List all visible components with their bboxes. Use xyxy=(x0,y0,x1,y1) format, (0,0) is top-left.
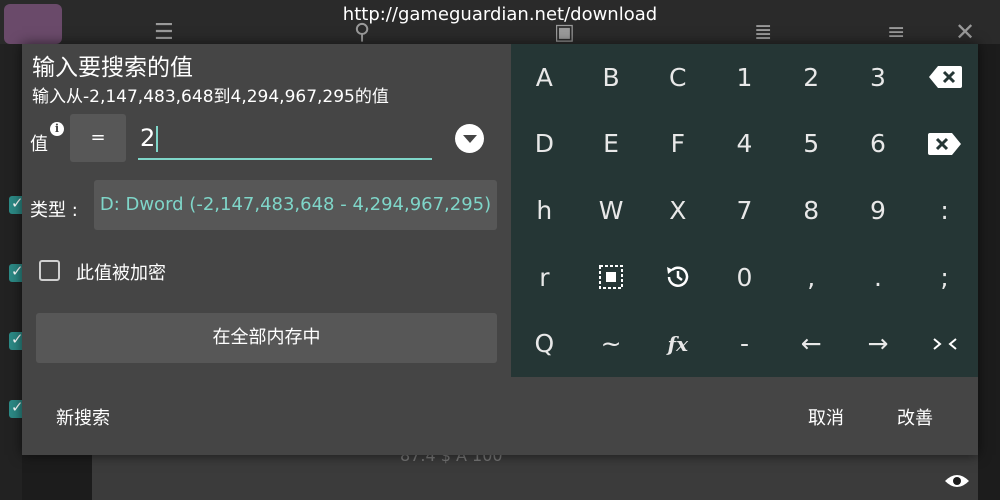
history-icon xyxy=(664,263,692,291)
key-label: 5 xyxy=(803,129,820,159)
key-label: 2 xyxy=(803,62,820,92)
key-minus[interactable]: - xyxy=(711,310,778,377)
key-label: - xyxy=(739,329,749,359)
key-tilde[interactable]: ~ xyxy=(578,310,645,377)
dialog-title: 输入要搜索的值 xyxy=(32,55,193,81)
menu-icon[interactable]: ≡ xyxy=(887,20,905,45)
key-label: ← xyxy=(800,329,822,359)
key-comma[interactable]: , xyxy=(778,244,845,311)
type-selector-button[interactable]: D: Dword (-2,147,483,648 - 4,294,967,295… xyxy=(94,180,497,230)
key-label: . xyxy=(873,262,882,292)
key-label: X xyxy=(669,195,687,225)
key-period[interactable]: . xyxy=(845,244,912,311)
game-view xyxy=(92,455,978,500)
key-label: 9 xyxy=(869,195,886,225)
key-x[interactable]: X xyxy=(644,177,711,244)
key-function[interactable]: fx xyxy=(644,310,711,377)
key-e[interactable]: E xyxy=(578,111,645,178)
key-label: → xyxy=(867,329,889,359)
key-label: 7 xyxy=(736,195,753,225)
type-label: 类型 : xyxy=(30,200,78,221)
dialog-subtitle: 输入从-2,147,483,648到4,294,967,295的值 xyxy=(32,87,389,107)
search-dialog: 输入要搜索的值 输入从-2,147,483,648到4,294,967,295的… xyxy=(22,44,978,455)
collapse-icon xyxy=(932,336,958,352)
key-label: D xyxy=(534,129,554,159)
cancel-button[interactable]: 取消 xyxy=(808,404,844,430)
key-label: h xyxy=(536,195,553,225)
search-value-text: 2 xyxy=(140,124,156,152)
settings-sliders-icon[interactable]: ☰ xyxy=(154,20,174,45)
key-b[interactable]: B xyxy=(578,44,645,111)
key-label: B xyxy=(602,62,620,92)
key-7[interactable]: 7 xyxy=(711,177,778,244)
download-url: http://gameguardian.net/download xyxy=(342,4,658,25)
key-6[interactable]: 6 xyxy=(845,111,912,178)
key-left-arrow[interactable]: ← xyxy=(778,310,845,377)
search-value-input[interactable]: 2 xyxy=(138,116,432,160)
key-colon[interactable]: : xyxy=(911,177,978,244)
key-label: 1 xyxy=(736,62,753,92)
search-form: 输入要搜索的值 输入从-2,147,483,648到4,294,967,295的… xyxy=(22,44,511,377)
collapse-key[interactable] xyxy=(911,310,978,377)
key-label: 0 xyxy=(736,262,753,292)
key-9[interactable]: 9 xyxy=(845,177,912,244)
key-q[interactable]: Q xyxy=(511,310,578,377)
key-label: 3 xyxy=(869,62,886,92)
key-4[interactable]: 4 xyxy=(711,111,778,178)
key-label: ; xyxy=(940,262,949,292)
key-label: A xyxy=(535,62,553,92)
key-semicolon[interactable]: ; xyxy=(911,244,978,311)
operator-button[interactable]: = xyxy=(70,114,126,162)
encrypted-label[interactable]: 此值被加密 xyxy=(76,259,166,285)
key-5[interactable]: 5 xyxy=(778,111,845,178)
key-label: , xyxy=(807,262,816,292)
key-1[interactable]: 1 xyxy=(711,44,778,111)
backspace-key[interactable] xyxy=(911,44,978,111)
key-2[interactable]: 2 xyxy=(778,44,845,111)
memory-range-button[interactable]: 在全部内存中 xyxy=(36,313,497,363)
input-keyboard: A B C 1 2 3 D E F 4 5 6 h W X 7 8 9: r 0,.; Q ~ fx - ← → xyxy=(511,44,978,377)
history-dropdown-icon[interactable] xyxy=(455,124,484,153)
close-icon[interactable]: ✕ xyxy=(955,18,975,46)
key-f[interactable]: F xyxy=(644,111,711,178)
key-label: : xyxy=(940,195,949,225)
text-cursor xyxy=(156,126,159,152)
key-label: Q xyxy=(534,329,555,359)
key-label: 8 xyxy=(803,195,820,225)
key-c[interactable]: C xyxy=(644,44,711,111)
select-all-key[interactable] xyxy=(578,244,645,311)
key-r[interactable]: r xyxy=(511,244,578,311)
key-label: E xyxy=(603,129,619,159)
history-key[interactable] xyxy=(644,244,711,311)
key-w[interactable]: W xyxy=(578,177,645,244)
value-label: 值 xyxy=(30,134,48,155)
list-icon[interactable]: ≣ xyxy=(754,20,772,45)
key-label: fx xyxy=(667,331,689,356)
save-icon[interactable]: ▣ xyxy=(554,20,575,45)
key-label: 6 xyxy=(869,129,886,159)
key-3[interactable]: 3 xyxy=(845,44,912,111)
select-all-icon xyxy=(598,264,624,290)
key-label: C xyxy=(669,62,687,92)
encrypted-checkbox[interactable] xyxy=(39,260,60,281)
eye-icon[interactable] xyxy=(944,472,970,490)
key-label: r xyxy=(539,262,550,292)
search-icon[interactable]: ⚲ xyxy=(354,20,370,45)
key-0[interactable]: 0 xyxy=(711,244,778,311)
key-d[interactable]: D xyxy=(511,111,578,178)
key-right-arrow[interactable]: → xyxy=(845,310,912,377)
key-label: ~ xyxy=(600,329,622,359)
key-label: F xyxy=(670,129,685,159)
key-label: W xyxy=(598,195,624,225)
key-a[interactable]: A xyxy=(511,44,578,111)
new-search-button[interactable]: 新搜索 xyxy=(56,404,110,430)
info-icon[interactable]: i xyxy=(50,122,64,136)
key-label: 4 xyxy=(736,129,753,159)
key-h[interactable]: h xyxy=(511,177,578,244)
refine-button[interactable]: 改善 xyxy=(897,404,933,430)
delete-key[interactable] xyxy=(911,111,978,178)
delete-icon xyxy=(927,132,962,156)
backspace-icon xyxy=(928,65,962,89)
key-8[interactable]: 8 xyxy=(778,177,845,244)
